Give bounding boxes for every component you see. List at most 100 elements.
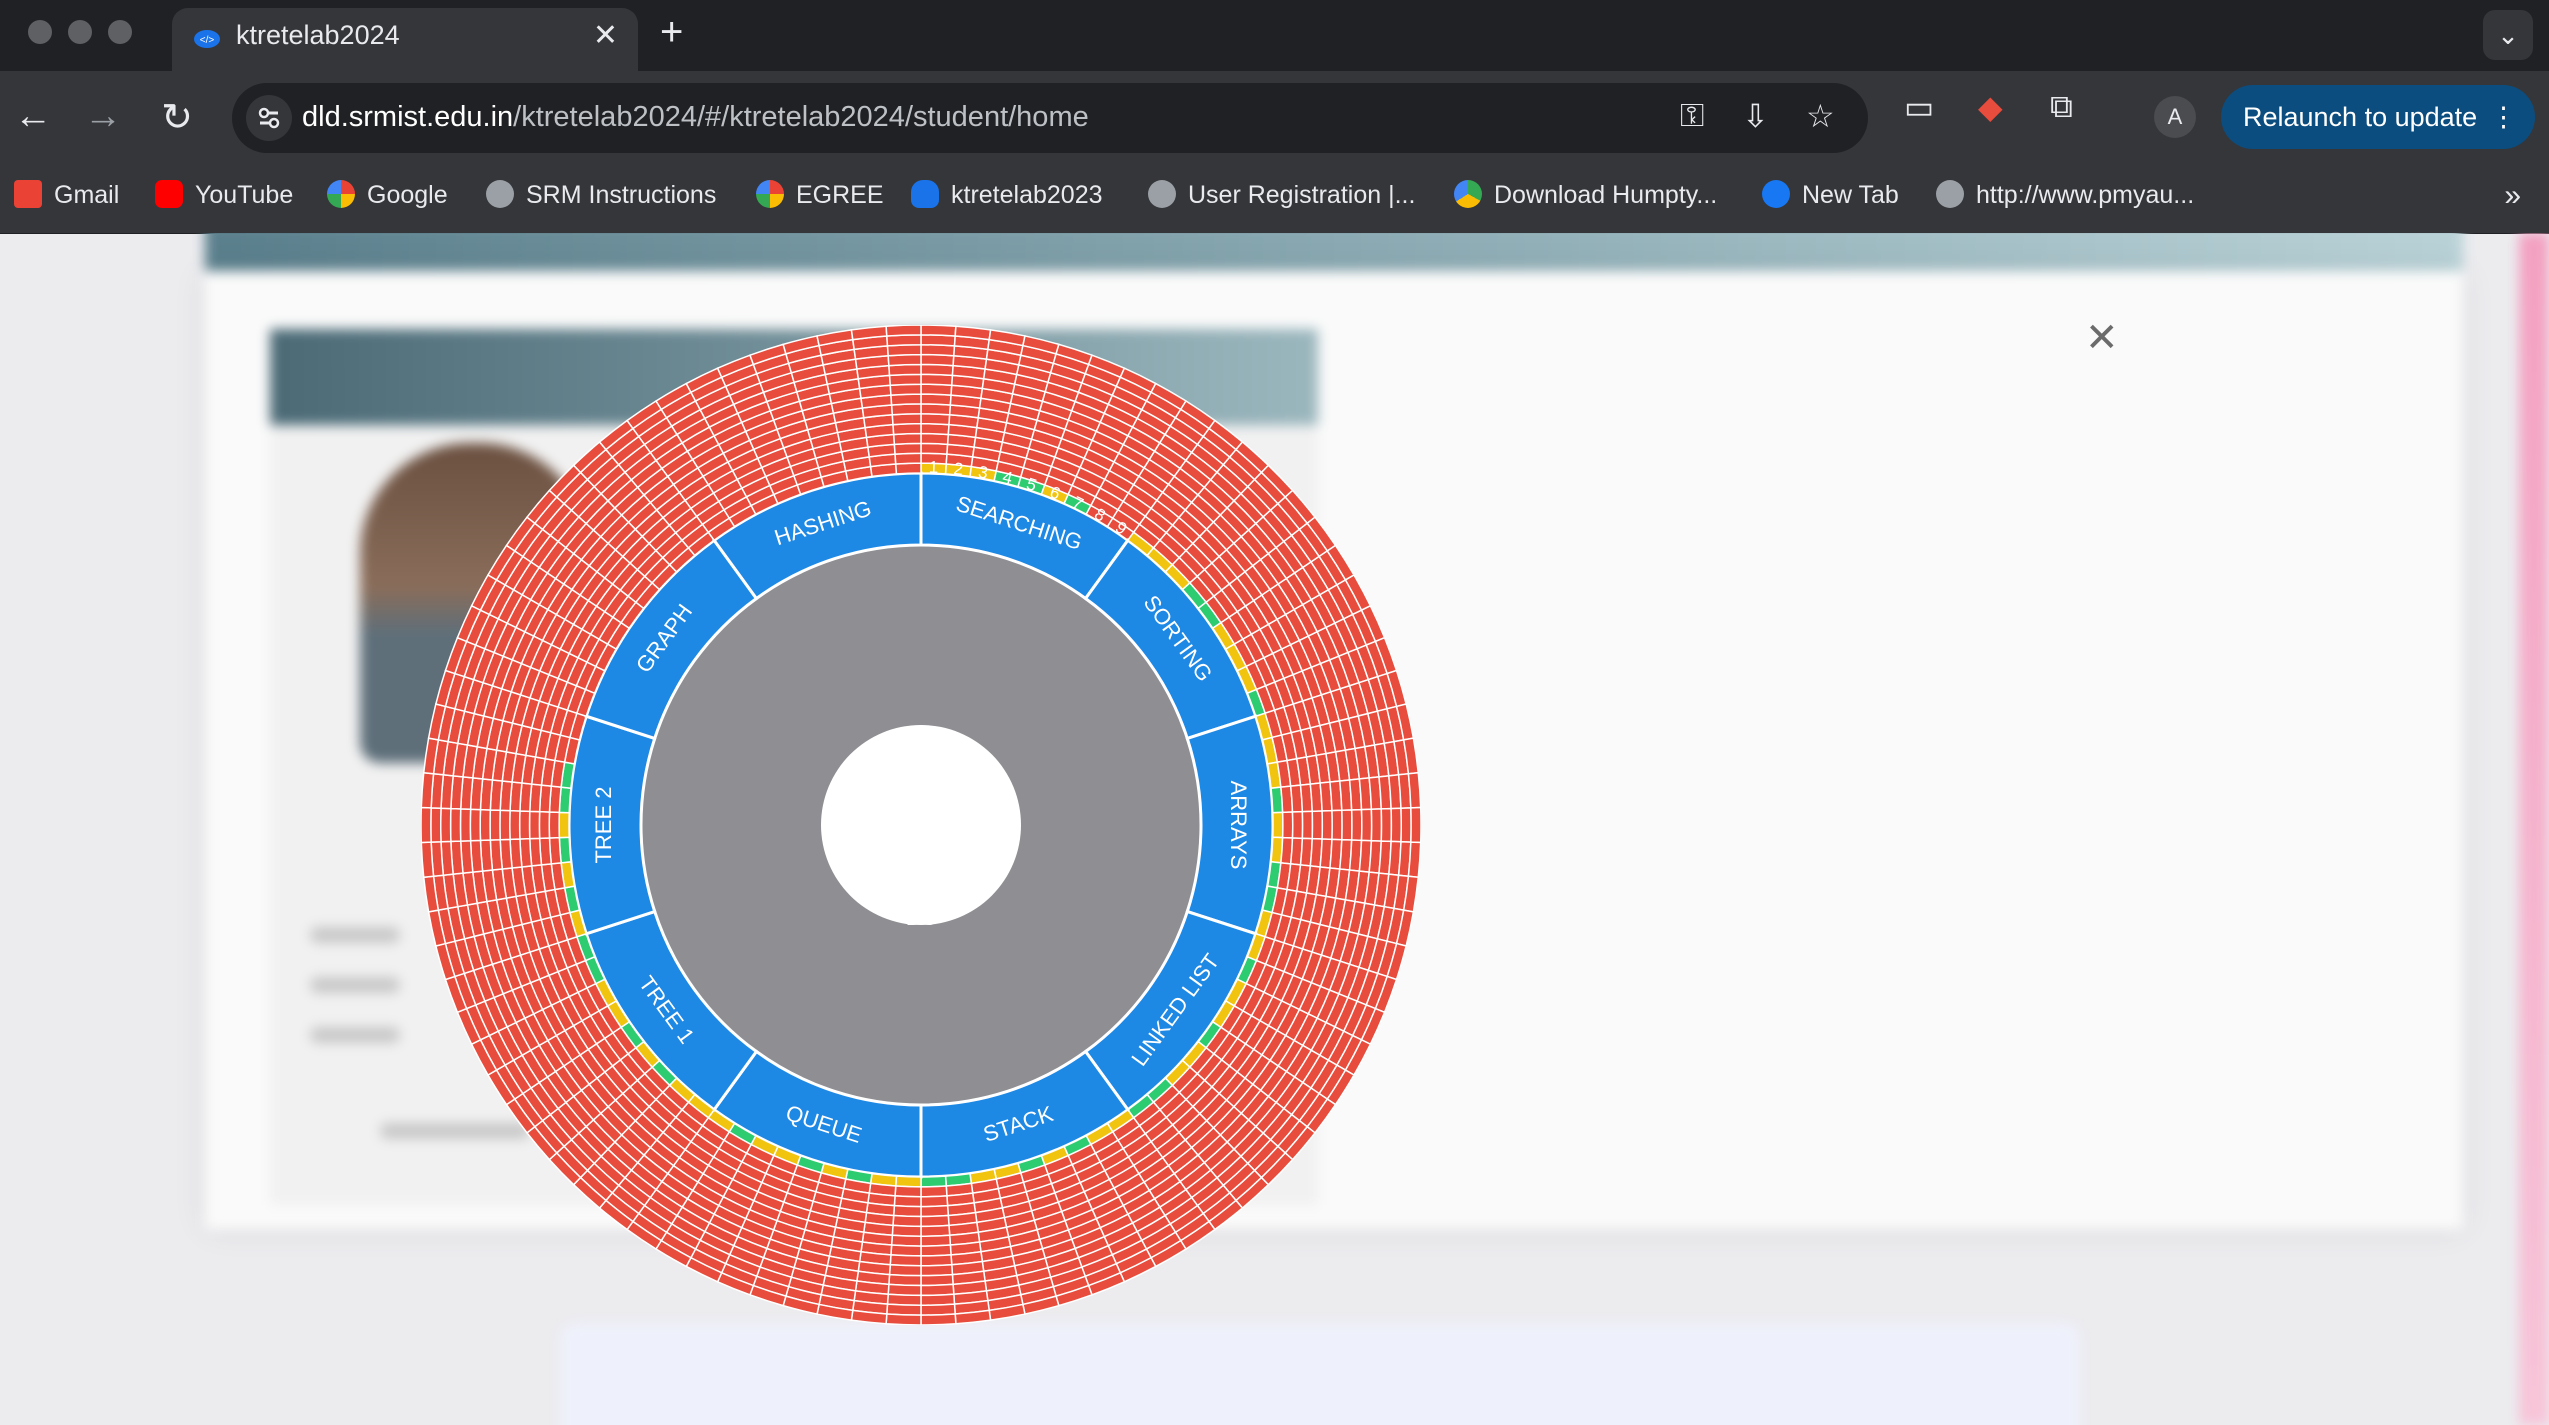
- problem-cell[interactable]: [892, 422, 922, 436]
- problem-cell[interactable]: [920, 1313, 957, 1325]
- problem-cell[interactable]: [920, 373, 954, 387]
- problem-cell[interactable]: [920, 1303, 956, 1316]
- problem-cell[interactable]: [1407, 771, 1421, 809]
- problem-cell[interactable]: [439, 807, 452, 843]
- problem-cell[interactable]: [920, 1195, 949, 1208]
- problem-cell[interactable]: [920, 442, 949, 455]
- problem-cell[interactable]: [421, 771, 435, 809]
- install-app-icon[interactable]: ⇩: [1742, 97, 1769, 135]
- problem-cell[interactable]: [886, 1303, 922, 1316]
- problem-cell[interactable]: [1410, 806, 1421, 844]
- problem-cell[interactable]: [886, 334, 922, 347]
- problem-cell[interactable]: [892, 432, 922, 446]
- problem-cell[interactable]: [920, 363, 954, 377]
- problem-cell[interactable]: [920, 343, 956, 357]
- problem-cell[interactable]: [499, 809, 511, 841]
- forward-button[interactable]: →: [78, 95, 128, 138]
- problem-cell[interactable]: [889, 383, 922, 396]
- problem-cell[interactable]: [528, 810, 541, 840]
- topic-sunburst-chart[interactable]: DSSEARCHING1 2 3 4 5 6 789SORTINGARRAYSLINKED …: [421, 325, 1421, 1325]
- problem-cell[interactable]: [1390, 807, 1403, 843]
- problem-cell[interactable]: [888, 373, 922, 387]
- problem-cell[interactable]: [894, 1175, 922, 1188]
- bookmark-google[interactable]: Google: [327, 175, 448, 215]
- rocket-extension-icon[interactable]: ◆: [1978, 88, 2003, 126]
- problem-cell[interactable]: [489, 809, 501, 841]
- problem-cell[interactable]: [891, 413, 922, 426]
- bookmarks-overflow-icon[interactable]: »: [2504, 179, 2521, 213]
- problem-cell[interactable]: [479, 808, 492, 842]
- bookmark-youtube[interactable]: YouTube: [155, 175, 293, 215]
- problem-cell[interactable]: [920, 393, 952, 406]
- problem-cell[interactable]: [421, 806, 432, 844]
- problem-cell[interactable]: [886, 1293, 922, 1307]
- problem-cell[interactable]: [421, 841, 435, 879]
- reload-button[interactable]: ↻: [152, 95, 202, 140]
- problem-cell[interactable]: [890, 403, 922, 416]
- problem-cell[interactable]: [893, 1195, 922, 1208]
- problem-cell[interactable]: [894, 1185, 922, 1198]
- bookmark-user-registration[interactable]: User Registration |...: [1148, 175, 1415, 215]
- problem-cell[interactable]: [891, 1224, 922, 1237]
- bookmark-download-humpty[interactable]: Download Humpty...: [1454, 175, 1717, 215]
- cast-icon[interactable]: ▭: [1904, 88, 1934, 126]
- problem-cell[interactable]: [469, 808, 482, 842]
- problem-cell[interactable]: [1321, 809, 1333, 841]
- site-info-icon[interactable]: [246, 95, 292, 141]
- window-close-button[interactable]: [28, 20, 52, 44]
- problem-cell[interactable]: [920, 403, 952, 416]
- window-minimize-button[interactable]: [68, 20, 92, 44]
- problem-cell[interactable]: [920, 383, 953, 396]
- problem-cell[interactable]: [920, 1263, 954, 1277]
- bookmark-new-tab[interactable]: New Tab: [1762, 175, 1899, 215]
- problem-cell[interactable]: [430, 807, 442, 843]
- problem-cell[interactable]: [920, 1234, 952, 1247]
- problem-cell[interactable]: [920, 422, 950, 436]
- bookmark-egree[interactable]: EGREE: [756, 175, 884, 215]
- problem-cell[interactable]: [920, 325, 957, 337]
- problem-cell[interactable]: [920, 1224, 951, 1237]
- problem-cell[interactable]: [894, 452, 922, 465]
- problem-cell[interactable]: [920, 1273, 954, 1287]
- problem-cell[interactable]: [1407, 841, 1421, 879]
- problem-cell[interactable]: [1311, 810, 1324, 840]
- back-button[interactable]: ←: [8, 95, 58, 138]
- problem-cell[interactable]: [1301, 810, 1314, 840]
- problem-cell[interactable]: [518, 810, 531, 840]
- problem-cell[interactable]: [1291, 810, 1304, 840]
- problem-cell[interactable]: [1272, 811, 1284, 839]
- problem-cell[interactable]: [920, 1175, 948, 1188]
- problem-cell[interactable]: [449, 807, 462, 843]
- problem-cell[interactable]: [1341, 809, 1353, 841]
- problem-cell[interactable]: [887, 1283, 922, 1297]
- menu-dots-icon[interactable]: ⋮: [2490, 85, 2517, 149]
- problem-cell[interactable]: [920, 1293, 956, 1307]
- problem-cell[interactable]: [920, 413, 951, 426]
- problem-cell[interactable]: [1370, 808, 1383, 842]
- bookmark-pmyau[interactable]: http://www.pmyau...: [1936, 175, 2194, 215]
- problem-cell[interactable]: [1281, 811, 1294, 839]
- problem-cell[interactable]: [892, 1214, 922, 1228]
- extensions-icon[interactable]: ⧉: [2050, 88, 2073, 126]
- problem-cell[interactable]: [558, 811, 570, 839]
- problem-cell[interactable]: [894, 462, 922, 475]
- relaunch-button[interactable]: Relaunch to update ⋮: [2221, 85, 2535, 149]
- problem-cell[interactable]: [885, 325, 922, 337]
- problem-cell[interactable]: [1380, 807, 1393, 843]
- problem-cell[interactable]: [889, 1254, 922, 1267]
- problem-cell[interactable]: [920, 432, 950, 446]
- problem-cell[interactable]: [920, 334, 956, 347]
- bookmark-star-icon[interactable]: ☆: [1806, 97, 1835, 135]
- problem-cell[interactable]: [920, 353, 955, 367]
- tab-search-button[interactable]: ⌄: [2483, 10, 2533, 60]
- tab-close-icon[interactable]: ✕: [593, 18, 618, 53]
- active-tab[interactable]: </> ktretelab2024 ✕: [172, 8, 638, 71]
- problem-cell[interactable]: [509, 809, 521, 841]
- new-tab-button[interactable]: +: [660, 10, 683, 55]
- problem-cell[interactable]: [920, 1185, 948, 1198]
- bookmark-ktretelab2023[interactable]: ktretelab2023: [911, 175, 1103, 215]
- problem-cell[interactable]: [920, 1204, 950, 1218]
- problem-cell[interactable]: [888, 363, 922, 377]
- profile-avatar[interactable]: A: [2154, 96, 2196, 138]
- problem-cell[interactable]: [886, 343, 922, 357]
